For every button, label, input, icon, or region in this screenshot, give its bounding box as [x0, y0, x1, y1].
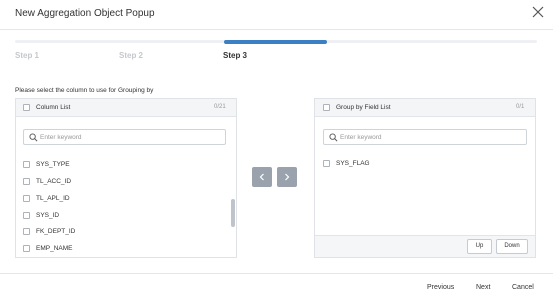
- popup-footer: Previous Next Cancel: [0, 273, 553, 300]
- item-checkbox[interactable]: [23, 195, 30, 202]
- search-icon: [329, 133, 338, 142]
- item-checkbox[interactable]: [23, 212, 30, 219]
- item-checkbox[interactable]: [23, 228, 30, 235]
- cancel-button[interactable]: Cancel: [512, 284, 534, 291]
- group-list-header: Group by Field List 0/1: [315, 99, 535, 117]
- column-search-input[interactable]: [40, 131, 210, 143]
- close-icon[interactable]: [532, 6, 544, 18]
- group-search-input[interactable]: [340, 131, 510, 143]
- move-right-button[interactable]: [277, 167, 297, 187]
- column-list-select-all-checkbox[interactable]: [23, 104, 30, 111]
- column-search-box[interactable]: [23, 129, 226, 145]
- item-label: SYS_ID: [36, 212, 60, 219]
- move-left-button[interactable]: [252, 167, 272, 187]
- item-label: SYS_FLAG: [336, 160, 370, 167]
- item-checkbox[interactable]: [23, 245, 30, 252]
- column-list-title: Column List: [36, 104, 71, 111]
- next-button[interactable]: Next: [476, 284, 490, 291]
- step-progress-bar: [224, 40, 327, 44]
- popup-title: New Aggregation Object Popup: [15, 8, 155, 19]
- group-list-title: Group by Field List: [336, 104, 391, 111]
- item-label: TL_ACC_ID: [36, 178, 72, 185]
- item-checkbox[interactable]: [23, 178, 30, 185]
- group-list-count: 0/1: [516, 104, 525, 110]
- item-label: EMP_NAME: [36, 245, 73, 252]
- instruction-text: Please select the column to use for Grou…: [15, 87, 154, 94]
- column-list-scrollbar[interactable]: [231, 199, 235, 227]
- popup-header: New Aggregation Object Popup: [0, 0, 553, 30]
- item-label: TL_APL_ID: [36, 195, 70, 202]
- group-search-box[interactable]: [323, 129, 527, 145]
- step-1-label: Step 1: [15, 51, 40, 60]
- previous-button[interactable]: Previous: [427, 284, 454, 291]
- up-button[interactable]: Up: [467, 239, 492, 254]
- chevron-left-icon: [259, 173, 264, 181]
- item-label: SYS_TYPE: [36, 161, 70, 168]
- column-list-panel: Column List 0/21 SYS_TYPE TL_ACC_ID TL_A…: [15, 98, 237, 258]
- chevron-right-icon: [285, 173, 290, 181]
- step-3-label: Step 3: [223, 51, 248, 60]
- column-list-count: 0/21: [214, 104, 226, 110]
- group-list-select-all-checkbox[interactable]: [323, 104, 330, 111]
- item-label: FK_DEPT_ID: [36, 228, 76, 235]
- search-icon: [29, 133, 38, 142]
- group-list-footer: Up Down: [315, 235, 535, 257]
- step-2-label: Step 2: [119, 51, 144, 60]
- down-button[interactable]: Down: [496, 239, 528, 254]
- group-list-panel: Group by Field List 0/1 SYS_FLAG Up Down: [314, 98, 536, 258]
- column-list-header: Column List 0/21: [16, 99, 236, 117]
- step-indicator: Step 1 Step 2 Step 3: [15, 40, 537, 62]
- item-checkbox[interactable]: [23, 161, 30, 168]
- item-checkbox[interactable]: [323, 160, 330, 167]
